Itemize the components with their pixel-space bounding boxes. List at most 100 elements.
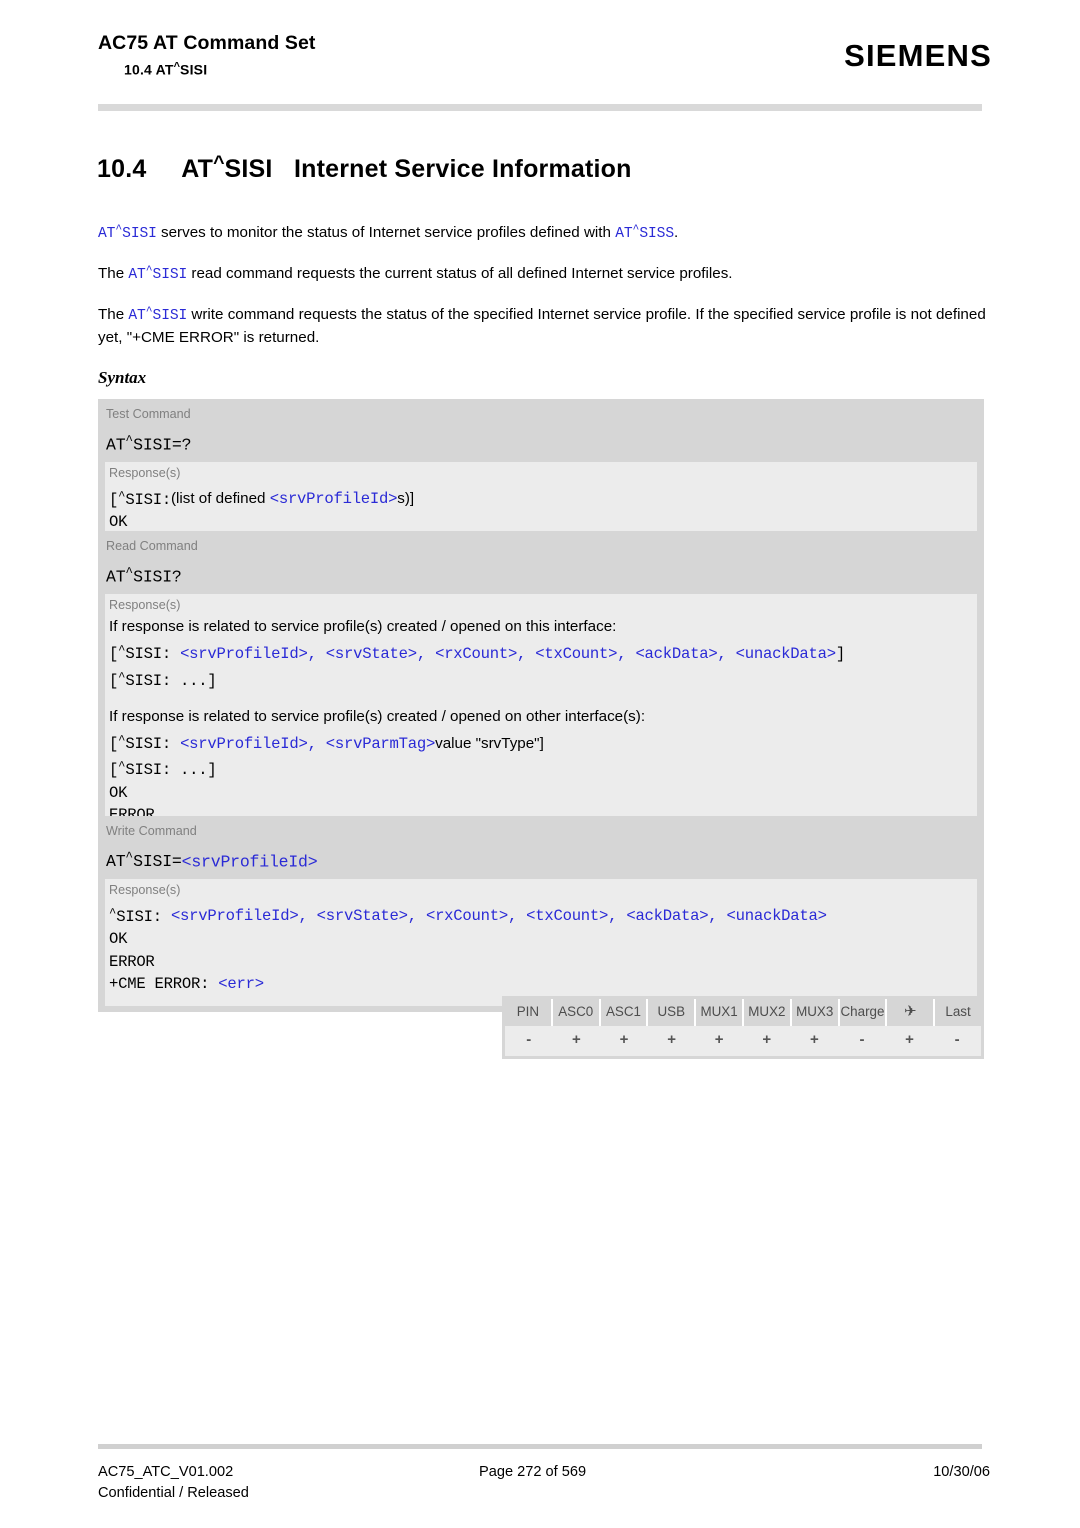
cme-prefix: +CME ERROR: — [109, 975, 219, 993]
paragraph-text: . — [673, 223, 679, 241]
caret-superscript: ^ — [118, 488, 126, 503]
footer-doc-id: AC75_ATC_V01.002 — [98, 1464, 234, 1480]
response-prefix: [^SISI: — [109, 732, 181, 753]
header-title: AC75 AT Command Set — [98, 32, 316, 54]
cme-param: <err> — [218, 975, 264, 993]
test-command-block: Test Command AT^SISI=? Response(s) [^SIS… — [98, 399, 984, 550]
capability-header-mux2: MUX2 — [744, 999, 792, 1026]
response-prefix: [^SISI: — [109, 642, 181, 663]
read-response-line-1: If response is related to service profil… — [105, 616, 977, 639]
read-response-line-2: [^SISI: <srvProfileId>, <srvState>, <rxC… — [105, 639, 977, 666]
page-header: AC75 AT Command Set 10.4 AT^SISI SIEMENS — [0, 0, 1080, 111]
response-text: If response is related to service profil… — [109, 708, 646, 726]
at-command-ref: AT^SISI — [98, 224, 157, 242]
capability-header-charge: Charge — [840, 999, 888, 1026]
write-command-syntax: AT^SISI=<srvProfileId> — [98, 842, 984, 879]
capability-table: PIN ASC0 ASC1 USB MUX1 MUX2 MUX3 Charge ✈ Last - +… — [502, 996, 984, 1059]
capability-header-pin: PIN — [505, 999, 553, 1026]
caret-superscript: ^ — [109, 905, 117, 920]
intro-paragraph-3: The AT^SISI write command requests the s… — [98, 302, 991, 348]
response-text: If response is related to service profil… — [109, 618, 617, 636]
caret-superscript: ^ — [118, 669, 126, 684]
capability-value-usb: + — [667, 1031, 676, 1048]
caret-superscript: ^ — [115, 224, 123, 236]
capability-value-row: - + + + + + + - + - — [505, 1026, 981, 1056]
footer-left: AC75_ATC_V01.002 Confidential / Released — [98, 1462, 249, 1504]
paragraph-text: serves to monitor the status of Internet… — [156, 223, 616, 241]
read-command-syntax: AT^SISI? — [106, 565, 182, 587]
response-params: <srvProfileId>, <srvState>, <rxCount>, <… — [180, 645, 836, 663]
siemens-logo: SIEMENS — [844, 38, 992, 73]
read-response-line-4: If response is related to service profil… — [105, 706, 977, 729]
response-param: <srvProfileId> — [269, 490, 398, 509]
caret-superscript: ^ — [213, 152, 225, 174]
capability-value-pin: - — [526, 1031, 532, 1048]
write-response-ok: OK — [109, 930, 128, 948]
test-command-syntax: AT^SISI=? — [106, 433, 192, 455]
command-param: <srvProfileId> — [181, 852, 318, 872]
page-title: 10.4 AT^SISI Internet Service Informatio… — [97, 152, 632, 184]
capability-value-mux1: + — [714, 1031, 724, 1048]
footer-classification: Confidential / Released — [98, 1485, 249, 1501]
paragraph-text: read command requests the current status… — [187, 264, 733, 282]
write-response-error: ERROR — [109, 952, 155, 971]
capability-value-asc1: + — [619, 1031, 629, 1048]
capability-header-row: PIN ASC0 ASC1 USB MUX1 MUX2 MUX3 Charge ✈ Last — [505, 999, 981, 1026]
paragraph-text: write command requests the status of the… — [98, 305, 986, 346]
caret-superscript: ^ — [118, 732, 126, 747]
caret-superscript: ^ — [145, 265, 153, 277]
command-prefix: AT^SISI= — [106, 850, 182, 872]
read-response-box: Response(s) If response is related to se… — [105, 594, 977, 837]
response-text: (list of defined — [170, 490, 270, 508]
test-response-label: Response(s) — [109, 466, 181, 481]
caret-superscript: ^ — [125, 565, 134, 580]
test-response-line: [^SISI:(list of defined <srvProfileId>s)… — [105, 484, 977, 511]
read-response-line-3: [^SISI: ...] — [109, 669, 217, 690]
footer-date: 10/30/06 — [933, 1464, 990, 1480]
header-subtitle: 10.4 AT^SISI — [124, 61, 208, 78]
airplane-mode-icon: ✈ — [887, 999, 936, 1026]
response-suffix: ] — [835, 645, 845, 663]
capability-header-mux3: MUX3 — [792, 999, 840, 1026]
write-response-label: Response(s) — [109, 883, 181, 898]
capability-value-✈: + — [905, 1031, 914, 1048]
capability-header-asc0: ASC0 — [553, 999, 601, 1026]
caret-superscript: ^ — [125, 433, 134, 448]
capability-value-mux2: + — [762, 1031, 772, 1048]
response-text: value "srvType"] — [435, 734, 544, 752]
caret-superscript: ^ — [118, 759, 126, 774]
footer-page-number: Page 272 of 569 — [479, 1464, 587, 1480]
caret-superscript: ^ — [118, 642, 126, 657]
document-page: AC75 AT Command Set 10.4 AT^SISI SIEMENS… — [0, 0, 1080, 1528]
test-command-label: Test Command — [106, 407, 191, 421]
at-command-ref: AT^SISI — [128, 306, 188, 324]
write-response-box: Response(s) ^SISI: <srvProfileId>, <srvS… — [105, 879, 977, 1006]
at-command-ref: AT^SISS — [615, 224, 674, 242]
response-params: <srvProfileId>, <srvState>, <rxCount>, <… — [170, 907, 827, 926]
capability-header-asc1: ASC1 — [601, 999, 649, 1026]
read-response-line-6: [^SISI: ...] — [109, 759, 217, 780]
write-command-label: Write Command — [106, 824, 197, 838]
caret-superscript: ^ — [173, 61, 181, 73]
caret-superscript: ^ — [125, 850, 134, 865]
capability-header-usb: USB — [648, 999, 697, 1026]
intro-paragraph-1: AT^SISI serves to monitor the status of … — [98, 220, 991, 245]
footer-divider — [98, 1444, 982, 1449]
read-response-ok: OK — [109, 783, 128, 802]
response-suffix: s)] — [397, 490, 415, 508]
capability-header-last: Last — [945, 1004, 971, 1019]
caret-superscript: ^ — [632, 224, 640, 236]
capability-value-last: - — [954, 1031, 960, 1048]
read-command-label: Read Command — [106, 539, 198, 553]
intro-paragraph-2: The AT^SISI read command requests the cu… — [98, 261, 991, 286]
caret-superscript: ^ — [145, 306, 153, 318]
paragraph-text: The — [98, 264, 129, 282]
response-prefix: ^SISI: — [109, 905, 171, 926]
syntax-heading: Syntax — [98, 368, 147, 387]
paragraph-text: The — [98, 305, 129, 323]
at-command-ref: AT^SISI — [128, 265, 188, 283]
write-response-line: ^SISI: <srvProfileId>, <srvState>, <rxCo… — [105, 901, 977, 928]
capability-value-mux3: + — [809, 1031, 819, 1048]
write-response-cme-error: +CME ERROR: <err> — [105, 973, 977, 996]
